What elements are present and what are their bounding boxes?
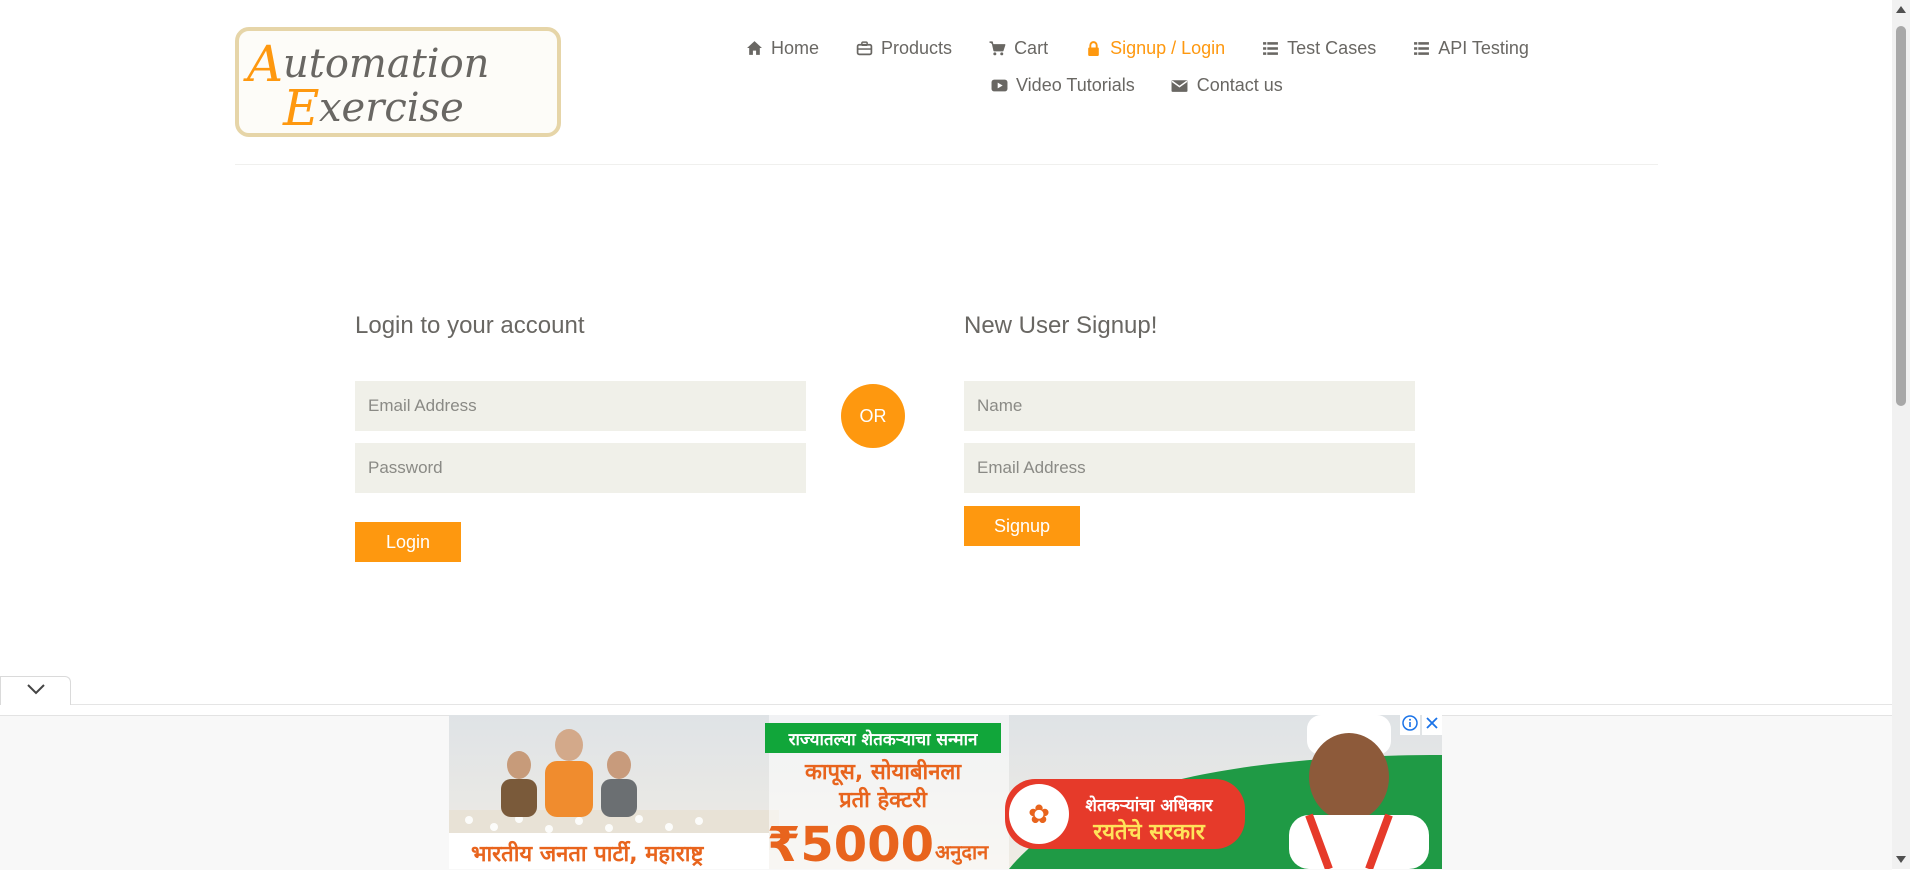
nav-products[interactable]: Products: [855, 38, 952, 59]
nav-signup-login-label: Signup / Login: [1110, 38, 1226, 58]
signup-heading: New User Signup!: [964, 312, 1158, 339]
header-divider: [235, 164, 1658, 165]
nav-api-testing[interactable]: API Testing: [1412, 38, 1529, 59]
close-icon: [1425, 716, 1439, 735]
logo-letter-e: E: [282, 79, 320, 133]
ad-collapse-tab[interactable]: [0, 676, 71, 705]
nav-video-tutorials[interactable]: Video Tutorials: [990, 75, 1135, 96]
signup-button[interactable]: Signup: [964, 506, 1080, 546]
login-button[interactable]: Login: [355, 522, 461, 562]
lock-icon: [1084, 40, 1102, 58]
ad-party-text: भारतीय जनता पार्टी, महाराष्ट्र: [471, 840, 704, 867]
nav-signup-login[interactable]: Signup / Login: [1084, 38, 1225, 59]
advertisement-banner[interactable]: भारतीय जनता पार्टी, महाराष्ट्र राज्यातल्…: [449, 715, 1442, 869]
nav-products-label: Products: [881, 38, 953, 58]
nav-home[interactable]: Home: [745, 38, 819, 59]
ad-artwork: भारतीय जनता पार्टी, महाराष्ट्र राज्यातल्…: [449, 715, 1442, 869]
main-nav-row-2: Video Tutorials Contact us: [990, 75, 1319, 96]
login-heading: Login to your account: [355, 312, 585, 339]
nav-contact-us-label: Contact us: [1196, 75, 1283, 95]
or-divider-badge: OR: [841, 384, 905, 448]
ad-separator: [0, 704, 1892, 705]
nav-home-label: Home: [771, 38, 820, 58]
logo-graphic: A utomation E xercise: [243, 35, 489, 133]
login-email-input[interactable]: [355, 381, 806, 431]
logo-line2-text: xercise: [319, 85, 464, 131]
list-icon: [1412, 40, 1430, 58]
logo-letter-a: A: [243, 35, 283, 93]
site-logo[interactable]: A utomation E xercise: [235, 27, 561, 137]
briefcase-icon: [855, 40, 873, 58]
nav-api-testing-label: API Testing: [1438, 38, 1529, 58]
signup-email-input[interactable]: [964, 443, 1415, 493]
ad-badge-line1: शेतकऱ्यांचा अधिकार: [1085, 795, 1213, 816]
home-icon: [745, 40, 763, 58]
envelope-icon: [1171, 77, 1189, 95]
ad-badge-line2: रयतेचे सरकार: [1092, 818, 1205, 845]
main-nav: Home Products Cart Signup / Login Test C…: [745, 38, 1565, 59]
ad-amount-suffix: अनुदान: [935, 840, 989, 865]
nav-cart[interactable]: Cart: [988, 38, 1048, 59]
signup-name-input[interactable]: [964, 381, 1415, 431]
ad-info-button[interactable]: [1400, 714, 1420, 736]
ad-banner-top-text: राज्यातल्या शेतकऱ्याचा सन्मान: [788, 729, 978, 750]
svg-text:✿: ✿: [1028, 800, 1050, 830]
page-scrollbar[interactable]: [1892, 0, 1910, 869]
list-icon: [1261, 40, 1279, 58]
nav-test-cases-label: Test Cases: [1287, 38, 1377, 58]
nav-cart-label: Cart: [1014, 38, 1049, 58]
scroll-down-arrow-icon[interactable]: [1896, 856, 1906, 863]
nav-test-cases[interactable]: Test Cases: [1261, 38, 1376, 59]
info-icon: [1402, 714, 1418, 736]
youtube-icon: [990, 77, 1008, 95]
nav-contact-us[interactable]: Contact us: [1171, 75, 1283, 96]
ad-amount-text: ₹5000: [767, 817, 934, 869]
ad-close-button[interactable]: [1422, 715, 1442, 735]
login-password-input[interactable]: [355, 443, 806, 493]
cart-icon: [988, 40, 1006, 58]
ad-line2-text: प्रती हेक्टरी: [838, 786, 928, 813]
chevron-down-icon: [26, 682, 46, 700]
scroll-thumb[interactable]: [1896, 26, 1906, 406]
scroll-up-arrow-icon[interactable]: [1896, 6, 1906, 13]
ad-line1-text: कापूस, सोयाबीनला: [804, 758, 962, 786]
nav-video-tutorials-label: Video Tutorials: [1016, 75, 1135, 95]
